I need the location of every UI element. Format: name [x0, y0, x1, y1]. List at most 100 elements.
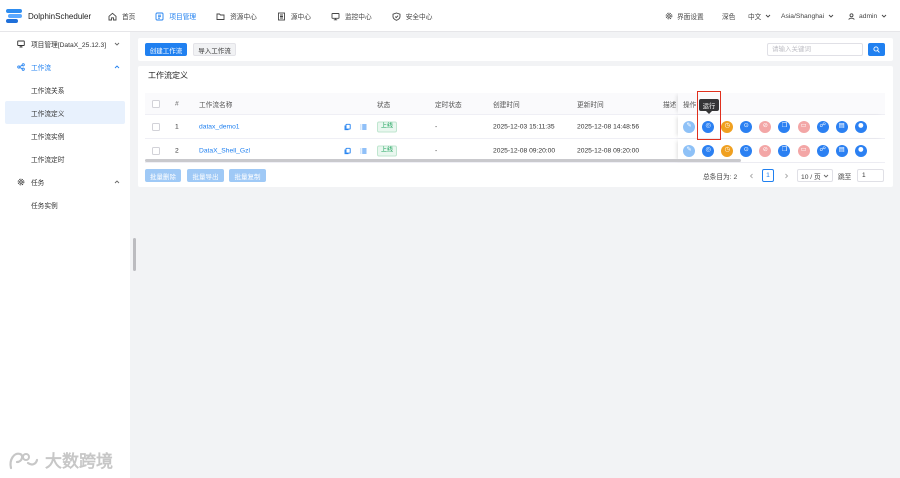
chevron-right-icon — [784, 173, 788, 178]
column-header-created: 创建时间 — [493, 101, 520, 109]
tree-icon[interactable]: ☍ — [816, 120, 829, 133]
run-icon[interactable]: ◎ — [702, 144, 715, 157]
timing-icon[interactable]: ◷ — [721, 120, 734, 133]
copy-icon[interactable]: ❐ — [778, 144, 791, 157]
delete-icon[interactable]: ⊘ — [759, 120, 772, 133]
page-size-value: 10 / 页 — [801, 173, 821, 181]
edit-icon[interactable]: ✎ — [683, 120, 695, 133]
user-icon — [848, 12, 855, 20]
created-time: 2025-12-08 09:20:00 — [493, 147, 556, 154]
edit-icon[interactable]: ✎ — [683, 144, 695, 157]
copy-name-icon — [344, 123, 351, 130]
row-checkbox[interactable] — [152, 122, 160, 131]
page-number-current[interactable]: 1 — [762, 169, 774, 182]
workflow-toolbar: 创建工作流 导入工作流 — [138, 38, 893, 61]
chevron-left-icon — [749, 173, 753, 178]
create-workflow-button[interactable]: 创建工作流 — [145, 43, 187, 56]
ui-settings-label: 界面设置 — [677, 14, 704, 21]
chevron-down-icon — [828, 14, 834, 18]
chevron-down-icon — [881, 14, 887, 18]
sidebar-item-label: 工作流定时 — [31, 156, 65, 164]
language-select[interactable]: 中文 — [748, 0, 771, 32]
timing-icon[interactable]: ◷ — [721, 144, 734, 157]
page-title: 工作流定义 — [148, 71, 188, 80]
schedule-status: - — [435, 147, 438, 154]
nav-security-label: 安全中心 — [405, 14, 433, 21]
workflow-name-link[interactable]: datax_demo1 — [199, 123, 240, 130]
sidebar-item-task-instance[interactable]: 任务实例 — [0, 193, 130, 216]
row-index: 2 — [175, 147, 179, 154]
jump-to-page-input[interactable] — [857, 169, 884, 182]
nav-monitor-center[interactable]: 监控中心 — [331, 11, 372, 21]
chevron-down-icon — [823, 174, 829, 178]
nav-resource-center[interactable]: 资源中心 — [216, 11, 257, 21]
nav-datasource-center[interactable]: 源中心 — [277, 11, 311, 21]
remove-icon[interactable]: ▭ — [797, 120, 810, 133]
select-all-checkbox[interactable] — [152, 99, 160, 108]
remove-icon[interactable]: ▭ — [797, 144, 810, 157]
export-icon[interactable]: ▤ — [835, 144, 848, 157]
theme-label: 深色 — [722, 14, 736, 21]
nav-project-management[interactable]: 项目管理 — [155, 11, 196, 21]
ui-settings-button[interactable]: 界面设置 — [665, 0, 704, 32]
export-icon[interactable]: ▤ — [835, 120, 848, 133]
project-icon — [155, 12, 164, 20]
table-horizontal-scrollbar[interactable] — [145, 159, 741, 162]
gear-icon — [665, 12, 673, 20]
sidebar-item-label: 工作流定义 — [31, 110, 65, 118]
row-index: 1 — [175, 123, 179, 130]
workflow-definition-card: 工作流定义 # 工作流名称 状态 定时状态 创建时间 更新时间 描述 操作 1 … — [138, 66, 893, 187]
tree-icon[interactable]: ☍ — [816, 144, 829, 157]
sidebar-item-workflow-definition[interactable]: 工作流定义 — [5, 101, 125, 124]
nav-security-center[interactable]: 安全中心 — [392, 11, 433, 21]
search-button[interactable] — [868, 43, 885, 56]
sidebar-project-label: 项目管理[DataX_25.12.3] — [31, 41, 107, 49]
view-list-button[interactable] — [360, 123, 367, 130]
app-logo[interactable]: DolphinScheduler — [5, 0, 91, 32]
nav-monitor-label: 监控中心 — [344, 14, 372, 21]
import-workflow-button[interactable]: 导入工作流 — [193, 43, 236, 56]
sidebar-item-workflow-instance[interactable]: 工作流实例 — [0, 124, 130, 147]
search-input[interactable] — [767, 43, 863, 56]
created-time: 2025-12-03 15:11:35 — [493, 123, 555, 130]
batch-delete-button[interactable]: 批量删除 — [145, 169, 181, 182]
timezone-select[interactable]: Asia/Shanghai — [781, 0, 834, 32]
sidebar-workflow-label: 工作流 — [31, 64, 52, 72]
sidebar-item-workflow-timing[interactable]: 工作流定时 — [0, 147, 130, 170]
copy-name-button[interactable] — [344, 147, 351, 154]
offline-icon[interactable]: ⊙ — [740, 144, 753, 157]
page-size-select[interactable]: 10 / 页 — [797, 169, 833, 182]
workflow-name-link[interactable]: DataX_Shell_Gzl — [199, 147, 250, 154]
watermark-text: 大数跨境 — [45, 452, 113, 472]
main-nav: 首页 项目管理 资源中心 源中心 监控中心 安全中心 — [108, 0, 432, 32]
row-checkbox[interactable] — [152, 146, 160, 155]
delete-icon[interactable]: ⊘ — [759, 144, 772, 157]
nav-datasource-label: 源中心 — [290, 14, 311, 21]
sidebar-group-task[interactable]: 任务 — [0, 170, 130, 193]
row-actions: ✎ ◎ ◷ ⊙ ⊘ ❐ ▭ ☍ ▤ ● — [683, 144, 867, 157]
batch-export-button[interactable]: 批量导出 — [187, 169, 224, 182]
app-name: DolphinScheduler — [28, 11, 92, 21]
view-list-button[interactable] — [360, 147, 367, 154]
batch-copy-button[interactable]: 批量复制 — [229, 169, 266, 182]
status-badge: 上线 — [377, 145, 398, 156]
column-header-index: # — [175, 100, 179, 107]
next-page-button[interactable] — [782, 169, 790, 182]
nav-home[interactable]: 首页 — [108, 11, 135, 21]
copy-name-button[interactable] — [344, 123, 351, 130]
version-icon[interactable]: ● — [854, 144, 867, 157]
user-menu[interactable]: admin — [848, 0, 887, 32]
sidebar-group-workflow[interactable]: 工作流 — [0, 55, 130, 78]
sidebar-project-switcher[interactable]: 项目管理[DataX_25.12.3] — [0, 32, 130, 55]
sidebar-item-workflow-relation[interactable]: 工作流关系 — [0, 78, 130, 101]
workflow-nodes-icon — [17, 62, 25, 71]
nav-home-label: 首页 — [122, 14, 136, 21]
copy-icon[interactable]: ❐ — [778, 120, 791, 133]
sidebar-item-label: 工作流实例 — [31, 133, 65, 141]
offline-icon[interactable]: ⊙ — [740, 120, 753, 133]
prev-page-button[interactable] — [747, 169, 755, 182]
sidebar-scrollbar[interactable] — [133, 238, 136, 271]
list-icon — [360, 148, 367, 153]
theme-toggle[interactable]: 深色 — [722, 0, 735, 32]
version-icon[interactable]: ● — [854, 120, 867, 133]
